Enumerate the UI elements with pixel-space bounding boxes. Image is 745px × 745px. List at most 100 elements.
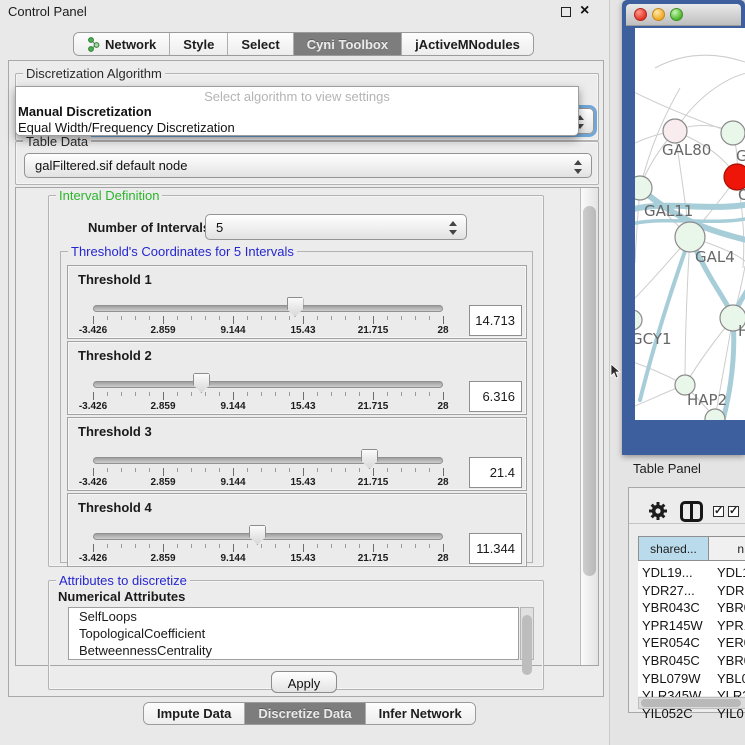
slider-tick [149,316,150,320]
slider-track[interactable] [93,533,443,540]
tab-label: jActiveMNodules [415,37,520,52]
gear-icon[interactable] [647,500,669,522]
close-icon[interactable]: × [580,1,589,21]
tab-network[interactable]: Network [74,33,170,55]
table-row[interactable]: YBL079WYBL0 [638,670,745,688]
threshold-value-field[interactable]: 14.713 [469,305,522,336]
table-row[interactable]: YPR145WYPR1 [638,617,745,635]
number-of-intervals-select[interactable]: 5 [205,214,467,240]
slider-thumb[interactable] [361,449,378,469]
slider-tick-label: 21.715 [343,401,403,412]
slider-tick [93,316,94,324]
node-attribute-table: shared... n YDL19...YDL1YDR27...YDR2YBR0… [638,536,745,696]
node-gcy1[interactable] [635,310,642,330]
node-gal80[interactable] [663,119,687,143]
attribute-list-item[interactable]: TopologicalCoefficient [69,625,518,642]
float-window-icon[interactable] [561,7,571,17]
tab-label: Infer Network [379,706,462,721]
dropdown-option-manual-discretization[interactable]: Manual Discretization [18,104,152,119]
bottom-tab-bar: Impute Data Discretize Data Infer Network [143,702,476,725]
slider-tick [415,468,416,472]
slider-thumb[interactable] [193,373,210,393]
table-row[interactable]: YDR27...YDR2 [638,582,745,600]
zoom-traffic-light-icon[interactable] [670,8,683,21]
group-title: Discretization Algorithm [23,66,165,81]
numerical-attributes-label: Numerical Attributes [58,589,185,604]
cell-shared-name: YDL19... [642,565,708,580]
slider-tick [219,544,220,548]
slider-tick [121,392,122,396]
table-row[interactable]: YDL19...YDL1 [638,564,745,582]
apply-button[interactable]: Apply [271,671,337,693]
dropdown-hint: Select algorithm to view settings [16,89,578,104]
interval-definition-group: Interval Definition Number of Intervals … [48,195,544,567]
table-row[interactable]: YER054CYER0 [638,634,745,652]
threshold-1-box: Threshold 1-3.4262.8599.14415.4321.71528… [67,265,527,339]
tab-impute-data[interactable]: Impute Data [144,703,245,724]
slider-tick [219,468,220,472]
slider-tick [373,392,374,400]
cell-shared-name: YBR045C [642,653,708,668]
cell-name: YPR1 [717,618,745,633]
node-label-gcy1: GCY1 [635,330,672,348]
dropdown-option-equal-width[interactable]: Equal Width/Frequency Discretization [18,120,235,135]
slider-tick-label: -3.426 [63,401,123,412]
close-traffic-light-icon[interactable] [634,8,647,21]
scrollbar-thumb[interactable] [583,206,596,576]
slider-tick [191,468,192,472]
numerical-attributes-list[interactable]: SelfLoopsTopologicalCoefficientBetweenne… [68,607,519,660]
cell-shared-name: YBR043C [642,600,708,615]
slider-tick-label: 15.43 [273,553,333,564]
table-row[interactable]: YBR043CYBR0 [638,599,745,617]
threshold-value-field[interactable]: 21.4 [469,457,522,488]
tab-label: Discretize Data [258,706,351,721]
column-header-shared-name[interactable]: shared... [638,536,709,561]
table-data-select[interactable]: galFiltered.sif default node [24,153,592,178]
slider-tick [415,316,416,320]
slider-tick-label: 2.859 [133,477,193,488]
slider-tick [415,392,416,396]
slider-thumb[interactable] [287,297,304,317]
slider-tick [443,316,444,324]
slider-tick-label: 2.859 [133,401,193,412]
slider-tick [429,468,430,472]
table-row[interactable]: YBR045CYBR0 [638,652,745,670]
slider-tick [177,392,178,396]
scrollbar-thumb[interactable] [522,615,532,675]
tab-select[interactable]: Select [228,33,293,55]
threshold-value-field[interactable]: 6.316 [469,381,522,412]
slider-tick [373,316,374,324]
tab-infer-network[interactable]: Infer Network [366,703,475,724]
tab-discretize-data[interactable]: Discretize Data [245,703,365,724]
slider-track[interactable] [93,457,443,464]
node-ga[interactable] [721,121,745,145]
slider-tick [121,468,122,472]
attribute-list-item[interactable]: SelfLoops [69,608,518,625]
slider-tick-label: 2.859 [133,325,193,336]
column-header-name[interactable]: n [709,536,745,561]
attribute-list-item[interactable]: BetweennessCentrality [69,642,518,659]
network-canvas[interactable]: GAL80GACGAL11GAL4GCY1HHAP2 [635,28,745,420]
attributes-list-scrollbar[interactable] [520,607,534,660]
node-label-h: H [738,322,745,340]
thresholds-group: Threshold's Coordinates for 5 Intervals … [60,251,533,563]
slider-track[interactable] [93,381,443,388]
tab-style[interactable]: Style [170,33,228,55]
checkbox-icon[interactable] [728,506,739,517]
horizontal-scrollbar[interactable] [638,697,745,709]
checkbox-icon[interactable] [713,506,724,517]
scrollbar-thumb[interactable] [641,699,741,707]
split-columns-icon[interactable] [680,501,703,522]
slider-tick [303,468,304,476]
threshold-value-field[interactable]: 11.344 [469,533,522,564]
number-of-intervals-value: 5 [206,220,223,235]
table-panel-title: Table Panel [633,461,701,476]
slider-thumb[interactable] [249,525,266,545]
slider-tick [93,544,94,552]
slider-tick [401,544,402,548]
vertical-scrollbar[interactable] [580,188,598,665]
slider-track[interactable] [93,305,443,312]
tab-jactivemnodules[interactable]: jActiveMNodules [402,33,533,55]
minimize-traffic-light-icon[interactable] [652,8,665,21]
tab-cyni-toolbox[interactable]: Cyni Toolbox [294,33,402,55]
